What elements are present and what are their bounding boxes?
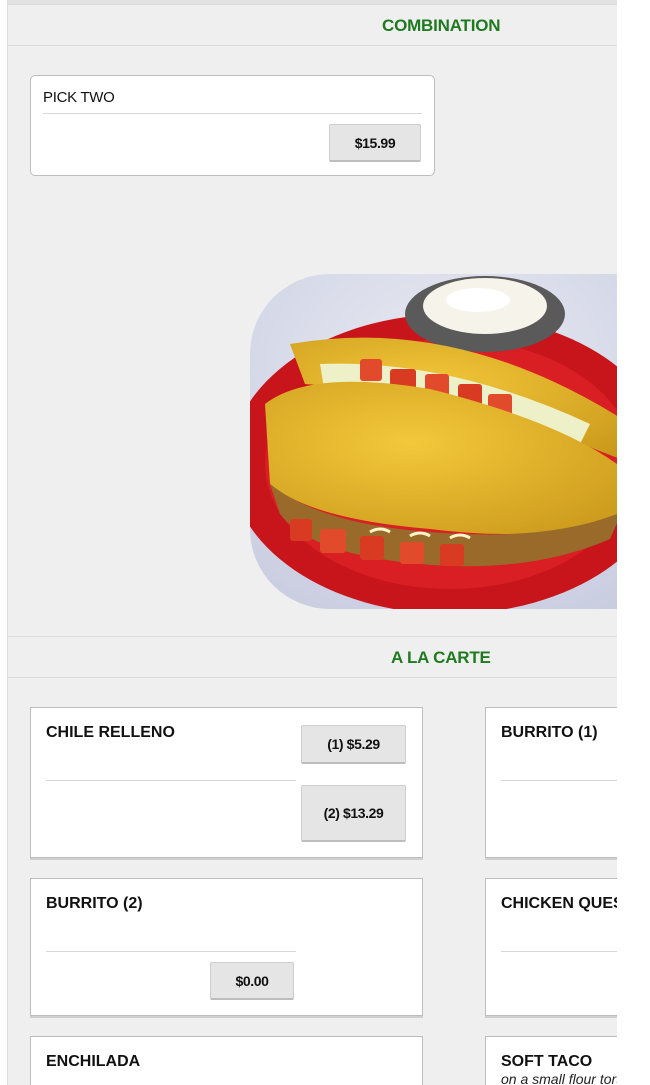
item-name-burrito-1: BURRITO (1): [501, 724, 598, 741]
menu-viewport: COMBINATION PICK TWO $15.99 A LA CARTE C…: [0, 0, 617, 1085]
price-button-burrito-2[interactable]: $0.00: [210, 962, 294, 1000]
card-divider: [501, 780, 617, 781]
taco-plate-illustration: [250, 274, 617, 609]
card-divider: [501, 951, 617, 952]
item-name-pick-two: PICK TWO: [43, 89, 115, 106]
section-title-a-la-carte: A LA CARTE: [391, 648, 491, 667]
card-divider: [46, 951, 296, 952]
item-name-chile-relleno: CHILE RELLENO: [46, 724, 175, 741]
menu-item-soft-taco[interactable]: SOFT TACO on a small flour tortilla: [485, 1036, 617, 1085]
section-header-a-la-carte: A LA CARTE: [8, 636, 617, 678]
card-divider: [43, 113, 422, 114]
item-subtitle-soft-taco: on a small flour tortilla: [501, 1071, 617, 1085]
item-name-soft-taco: SOFT TACO: [501, 1053, 593, 1070]
item-name-chicken-quesadilla: CHICKEN QUESADILLA: [501, 895, 617, 912]
menu-item-chile-relleno[interactable]: CHILE RELLENO (1) $5.29 (2) $13.29: [30, 707, 423, 858]
menu-item-enchilada[interactable]: ENCHILADA: [30, 1036, 423, 1085]
section-header-combination: COMBINATION: [8, 4, 617, 46]
menu-item-burrito-2[interactable]: BURRITO (2) $0.00: [30, 878, 423, 1016]
price-button-chile-relleno-2[interactable]: (2) $13.29: [301, 785, 406, 842]
menu-item-pick-two[interactable]: PICK TWO $15.99: [30, 75, 435, 176]
item-name-burrito-2: BURRITO (2): [46, 895, 143, 912]
section-title-combination: COMBINATION: [382, 16, 501, 35]
item-name-enchilada: ENCHILADA: [46, 1053, 141, 1070]
menu-item-chicken-quesadilla[interactable]: CHICKEN QUESADILLA: [485, 878, 617, 1016]
taco-plate-photo: [250, 274, 617, 609]
menu-item-burrito-1[interactable]: BURRITO (1): [485, 707, 617, 858]
price-button-chile-relleno-1[interactable]: (1) $5.29: [301, 725, 406, 764]
card-divider: [46, 780, 296, 781]
price-button-pick-two[interactable]: $15.99: [329, 124, 421, 162]
